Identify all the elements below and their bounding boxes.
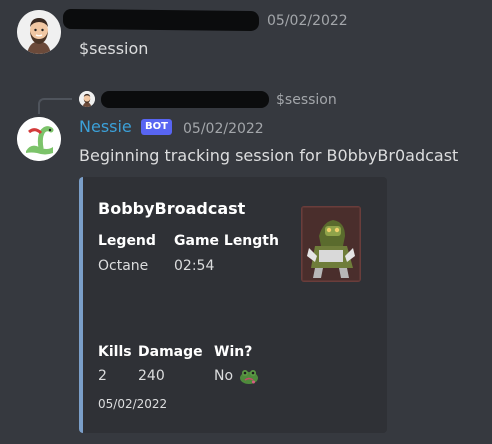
bearded-man-avatar-icon: [17, 10, 61, 54]
field-value-kills: 2: [98, 368, 107, 384]
embed-title: BobbyBroadcast: [98, 199, 246, 218]
bot-message-timestamp: 05/02/2022: [183, 121, 264, 137]
field-value-game-length: 02:54: [174, 258, 215, 274]
user-avatar[interactable]: [17, 10, 61, 54]
bot-author-name[interactable]: Nessie: [79, 117, 132, 136]
field-name-game-length: Game Length: [174, 233, 279, 249]
bot-message-content: Beginning tracking session for B0bbyBr0a…: [79, 146, 459, 165]
redacted-username: [63, 8, 259, 32]
nessie-avatar-icon: [17, 117, 61, 161]
field-name-kills: Kills: [98, 344, 132, 360]
field-name-damage: Damage: [138, 344, 203, 360]
field-value-win: No: [214, 368, 234, 384]
bot-avatar[interactable]: [17, 117, 61, 161]
embed-footer: 05/02/2022: [98, 397, 168, 411]
reply-content[interactable]: $session: [276, 92, 337, 108]
frog-emoji-icon: [239, 366, 259, 386]
bearded-man-avatar-icon: [79, 91, 95, 107]
field-name-legend: Legend: [98, 233, 156, 249]
message-content: $session: [79, 39, 149, 58]
embed-thumbnail[interactable]: [301, 206, 361, 282]
redacted-reply-username: [101, 91, 269, 108]
octane-legend-icon: [301, 206, 361, 282]
reply-connector: [38, 98, 72, 114]
bot-badge: BOT: [141, 119, 172, 135]
message-timestamp: 05/02/2022: [267, 13, 348, 29]
field-value-damage: 240: [138, 368, 165, 384]
field-name-win: Win?: [214, 344, 253, 360]
field-value-legend: Octane: [98, 258, 149, 274]
reply-avatar[interactable]: [79, 91, 95, 107]
